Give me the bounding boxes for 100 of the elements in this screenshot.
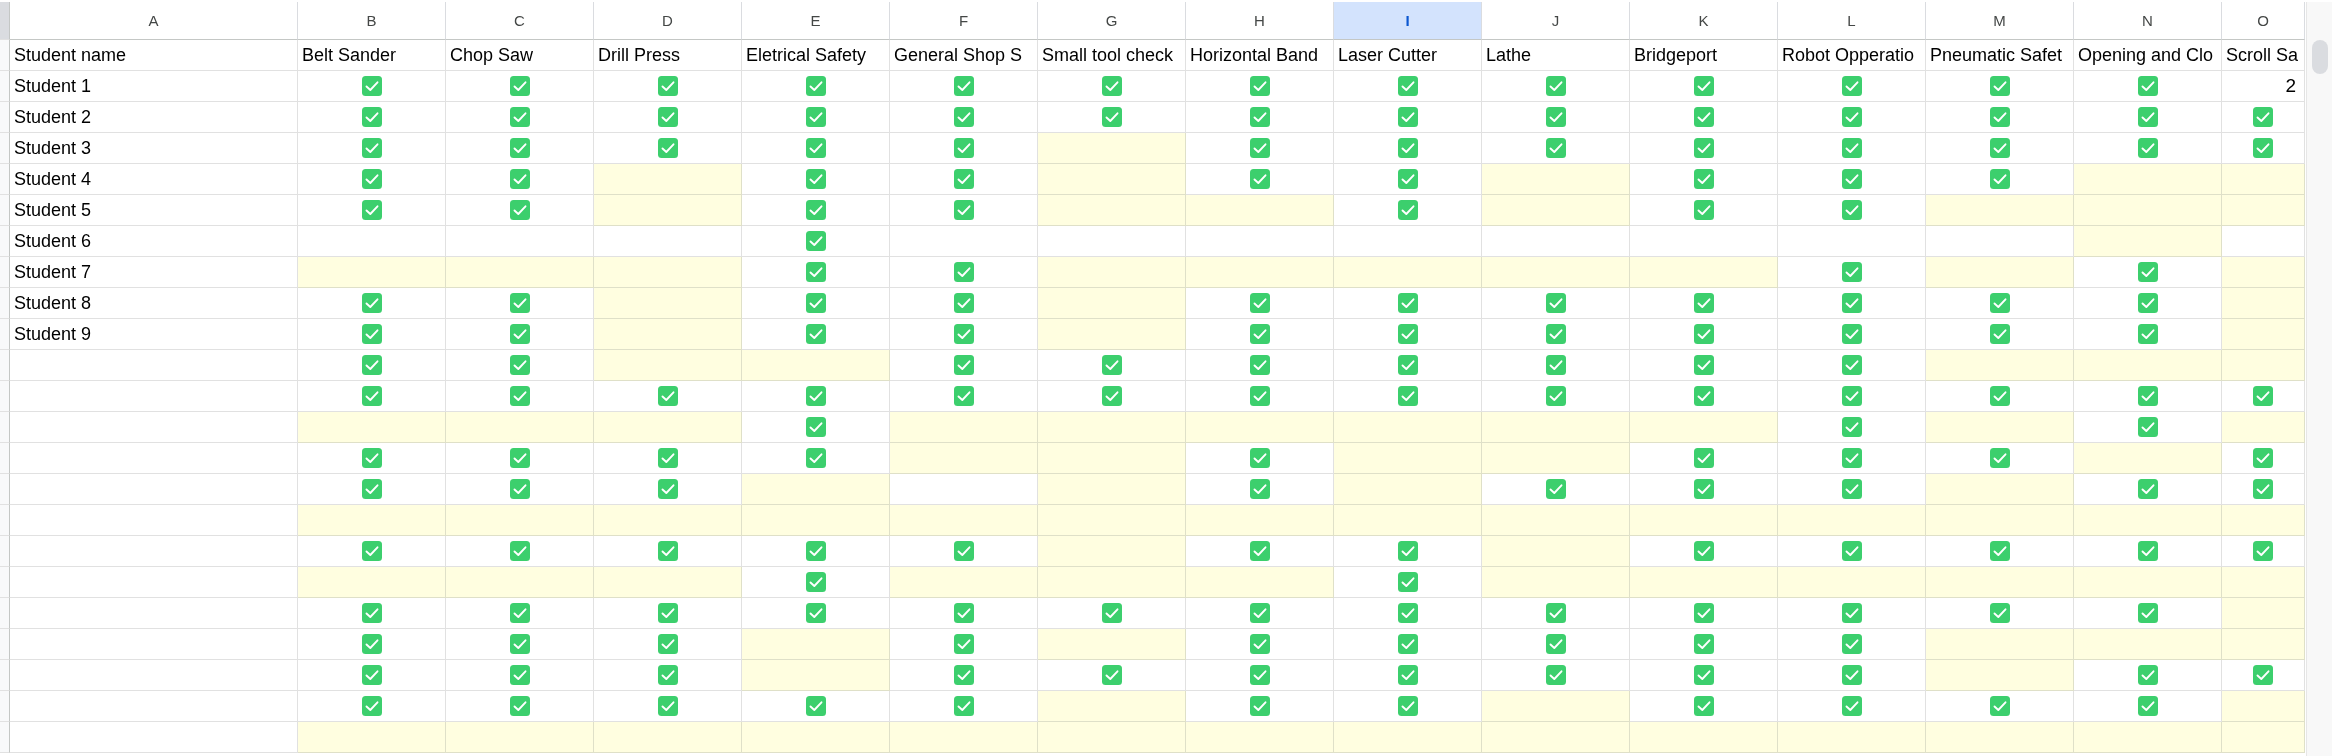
checkbox[interactable] (2137, 603, 2158, 623)
checkbox[interactable] (1693, 76, 1714, 96)
row-header[interactable] (0, 102, 10, 133)
checkbox[interactable] (953, 603, 974, 623)
checkbox[interactable] (2137, 386, 2158, 406)
row-header[interactable] (0, 350, 10, 381)
row-header[interactable] (0, 226, 10, 257)
checkbox[interactable] (1101, 355, 1122, 375)
checkbox[interactable] (1989, 386, 2010, 406)
checkbox[interactable] (1545, 138, 1566, 158)
checkbox[interactable] (1989, 107, 2010, 127)
checkbox[interactable] (1397, 324, 1418, 344)
checkbox[interactable] (1397, 541, 1418, 561)
checkbox[interactable] (2137, 76, 2158, 96)
checkbox[interactable] (1545, 603, 1566, 623)
checkbox[interactable] (2137, 479, 2158, 499)
checkbox[interactable] (805, 417, 826, 437)
checkbox[interactable] (657, 634, 678, 654)
checkbox[interactable] (2137, 541, 2158, 561)
checkbox[interactable] (805, 169, 826, 189)
checkbox[interactable] (1397, 107, 1418, 127)
checkbox[interactable] (953, 541, 974, 561)
checkbox[interactable] (953, 107, 974, 127)
checkbox[interactable] (1841, 76, 1862, 96)
checkbox[interactable] (953, 262, 974, 282)
row-header[interactable] (0, 257, 10, 288)
checkbox[interactable] (953, 138, 974, 158)
checkbox[interactable] (361, 324, 382, 344)
checkbox[interactable] (1989, 169, 2010, 189)
checkbox[interactable] (2253, 541, 2273, 561)
checkbox[interactable] (1841, 634, 1862, 654)
checkbox[interactable] (509, 479, 530, 499)
checkbox[interactable] (1101, 107, 1122, 127)
checkbox[interactable] (1841, 386, 1862, 406)
checkbox[interactable] (1693, 696, 1714, 716)
checkbox[interactable] (361, 541, 382, 561)
checkbox[interactable] (361, 76, 382, 96)
checkbox[interactable] (953, 324, 974, 344)
row-header[interactable] (0, 71, 10, 102)
checkbox[interactable] (657, 138, 678, 158)
checkbox[interactable] (1397, 169, 1418, 189)
checkbox[interactable] (509, 107, 530, 127)
checkbox[interactable] (2137, 417, 2158, 437)
column-header[interactable]: E (742, 2, 890, 40)
checkbox[interactable] (805, 231, 826, 251)
checkbox[interactable] (1249, 696, 1270, 716)
checkbox[interactable] (1989, 324, 2010, 344)
checkbox[interactable] (657, 665, 678, 685)
row-header[interactable] (0, 412, 10, 443)
checkbox[interactable] (657, 448, 678, 468)
checkbox[interactable] (805, 262, 826, 282)
checkbox[interactable] (1249, 324, 1270, 344)
checkbox[interactable] (2137, 665, 2158, 685)
checkbox[interactable] (1397, 603, 1418, 623)
column-header[interactable]: I (1334, 2, 1482, 40)
checkbox[interactable] (1249, 355, 1270, 375)
checkbox[interactable] (1545, 665, 1566, 685)
checkbox[interactable] (1841, 324, 1862, 344)
checkbox[interactable] (1989, 541, 2010, 561)
checkbox[interactable] (2137, 107, 2158, 127)
checkbox[interactable] (361, 386, 382, 406)
checkbox[interactable] (1249, 107, 1270, 127)
checkbox[interactable] (1841, 138, 1862, 158)
checkbox[interactable] (1841, 448, 1862, 468)
checkbox[interactable] (657, 696, 678, 716)
checkbox[interactable] (509, 138, 530, 158)
column-header[interactable]: B (298, 2, 446, 40)
checkbox[interactable] (1397, 293, 1418, 313)
checkbox[interactable] (2253, 138, 2273, 158)
checkbox[interactable] (805, 541, 826, 561)
checkbox[interactable] (657, 479, 678, 499)
checkbox[interactable] (1249, 603, 1270, 623)
checkbox[interactable] (361, 169, 382, 189)
checkbox[interactable] (361, 479, 382, 499)
checkbox[interactable] (1693, 169, 1714, 189)
row-header[interactable] (0, 598, 10, 629)
row-header[interactable] (0, 536, 10, 567)
row-header[interactable] (0, 660, 10, 691)
checkbox[interactable] (1693, 541, 1714, 561)
checkbox[interactable] (805, 76, 826, 96)
checkbox[interactable] (1693, 386, 1714, 406)
column-header[interactable]: F (890, 2, 1038, 40)
column-header[interactable]: A (10, 2, 298, 40)
checkbox[interactable] (1397, 572, 1418, 592)
column-header[interactable]: N (2074, 2, 2222, 40)
checkbox[interactable] (1249, 541, 1270, 561)
checkbox[interactable] (1249, 386, 1270, 406)
checkbox[interactable] (1249, 76, 1270, 96)
checkbox[interactable] (509, 665, 530, 685)
checkbox[interactable] (1545, 355, 1566, 375)
scrollbar[interactable] (2306, 2, 2332, 756)
checkbox[interactable] (1693, 448, 1714, 468)
checkbox[interactable] (953, 665, 974, 685)
row-header[interactable] (0, 319, 10, 350)
checkbox[interactable] (657, 541, 678, 561)
checkbox[interactable] (953, 386, 974, 406)
checkbox[interactable] (1545, 107, 1566, 127)
checkbox[interactable] (1989, 76, 2010, 96)
checkbox[interactable] (2137, 138, 2158, 158)
checkbox[interactable] (2253, 386, 2273, 406)
